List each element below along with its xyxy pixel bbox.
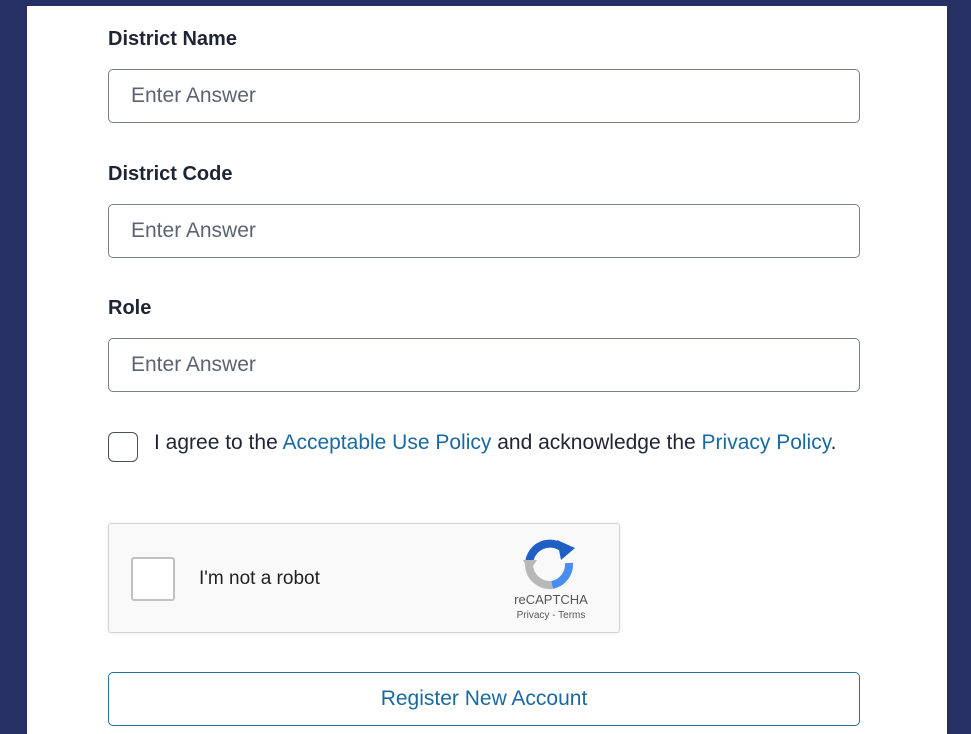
recaptcha-privacy-link[interactable]: Privacy: [517, 610, 550, 621]
recaptcha-label: I'm not a robot: [199, 568, 320, 589]
acceptable-use-policy-link[interactable]: Acceptable Use Policy: [282, 431, 491, 454]
agreement-text-after: .: [830, 431, 837, 454]
district-name-input[interactable]: [108, 69, 860, 123]
agreement-text-before: I agree to the: [154, 431, 283, 454]
recaptcha-links-separator: -: [549, 610, 559, 621]
register-new-account-button[interactable]: Register New Account: [108, 672, 860, 726]
agree-checkbox[interactable]: [108, 432, 138, 462]
recaptcha-terms-link[interactable]: Terms: [558, 610, 585, 621]
agreement-text-middle: and acknowledge the: [491, 431, 702, 454]
recaptcha-checkbox[interactable]: [131, 557, 175, 601]
district-code-label: District Code: [108, 163, 233, 185]
registration-form-panel: District Name District Code Role I agree…: [27, 6, 947, 734]
role-label: Role: [108, 297, 152, 319]
recaptcha-widget: I'm not a robot reCAPTCHA Privacy - Term…: [108, 523, 620, 633]
district-code-input[interactable]: [108, 204, 860, 258]
recaptcha-logo-icon: [523, 539, 575, 590]
recaptcha-links: Privacy - Terms: [491, 610, 611, 621]
role-input[interactable]: [108, 338, 860, 392]
privacy-policy-link[interactable]: Privacy Policy: [702, 431, 831, 454]
agreement-text: I agree to the Acceptable Use Policy and…: [154, 428, 854, 458]
recaptcha-brand: reCAPTCHA: [514, 592, 588, 607]
district-name-label: District Name: [108, 28, 237, 50]
